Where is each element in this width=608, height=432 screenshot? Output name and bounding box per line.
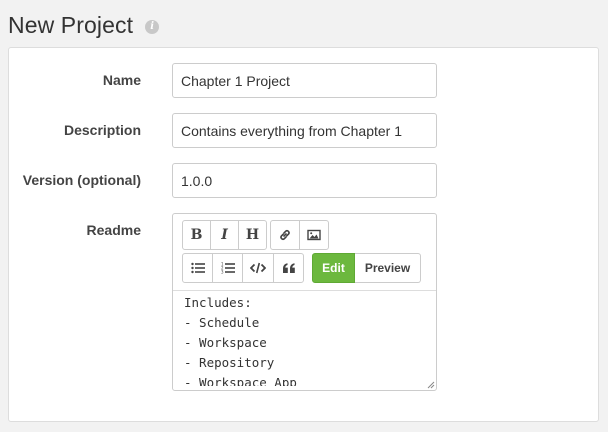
bullet-list-button[interactable] — [182, 253, 213, 283]
image-button[interactable] — [299, 220, 329, 250]
readme-line: - Repository — [184, 355, 275, 370]
image-icon — [307, 229, 321, 241]
description-input[interactable] — [172, 113, 437, 148]
readme-label: Readme — [86, 222, 141, 238]
bold-icon: B — [190, 227, 203, 243]
numbered-list-icon: 1 2 3 — [221, 262, 235, 274]
link-button[interactable] — [270, 220, 300, 250]
preview-tab[interactable]: Preview — [355, 253, 421, 283]
link-icon — [280, 230, 290, 240]
code-icon — [250, 262, 266, 274]
italic-icon: I — [221, 227, 228, 243]
editor-toolbar: B I H 1 2 3 Edit Preview — [173, 214, 436, 291]
name-input[interactable] — [172, 63, 437, 98]
bullet-list-icon — [190, 262, 205, 274]
page-title: New Project — [8, 11, 134, 38]
readme-textarea[interactable]: Includes: - Schedule - Workspace - Reposito… — [184, 293, 432, 386]
page-header: New Project i — [8, 8, 160, 42]
description-label: Description — [63, 122, 141, 138]
block-format-group: 1 2 3 — [182, 253, 304, 283]
numbered-list-button[interactable]: 1 2 3 — [212, 253, 243, 283]
code-button[interactable] — [242, 253, 274, 283]
text-format-group: B I H — [182, 220, 267, 250]
info-icon[interactable]: i — [145, 19, 160, 34]
readme-line: - Workspace — [184, 335, 267, 350]
bold-button[interactable]: B — [182, 220, 211, 250]
mode-toggle: Edit Preview — [312, 253, 421, 283]
insert-group — [270, 220, 329, 250]
heading-icon: H — [245, 227, 260, 243]
version-input[interactable] — [172, 163, 437, 198]
project-form-panel: Name Description Version (optional) Read… — [8, 47, 599, 422]
readme-line: - Schedule — [184, 315, 260, 330]
readme-line: Includes: — [184, 295, 252, 310]
name-label: Name — [102, 72, 141, 88]
readme-line: - Workspace App — [184, 375, 297, 386]
resize-handle-icon[interactable] — [426, 380, 435, 389]
italic-button[interactable]: I — [210, 220, 239, 250]
readme-editor[interactable]: B I H 1 2 3 Edit Preview Includes: - Sch… — [172, 213, 437, 391]
heading-button[interactable]: H — [238, 220, 267, 250]
version-label: Version (optional) — [22, 172, 141, 188]
svg-text:3: 3 — [221, 270, 224, 275]
quote-icon — [282, 263, 295, 273]
quote-button[interactable] — [273, 253, 304, 283]
edit-tab[interactable]: Edit — [312, 253, 355, 283]
